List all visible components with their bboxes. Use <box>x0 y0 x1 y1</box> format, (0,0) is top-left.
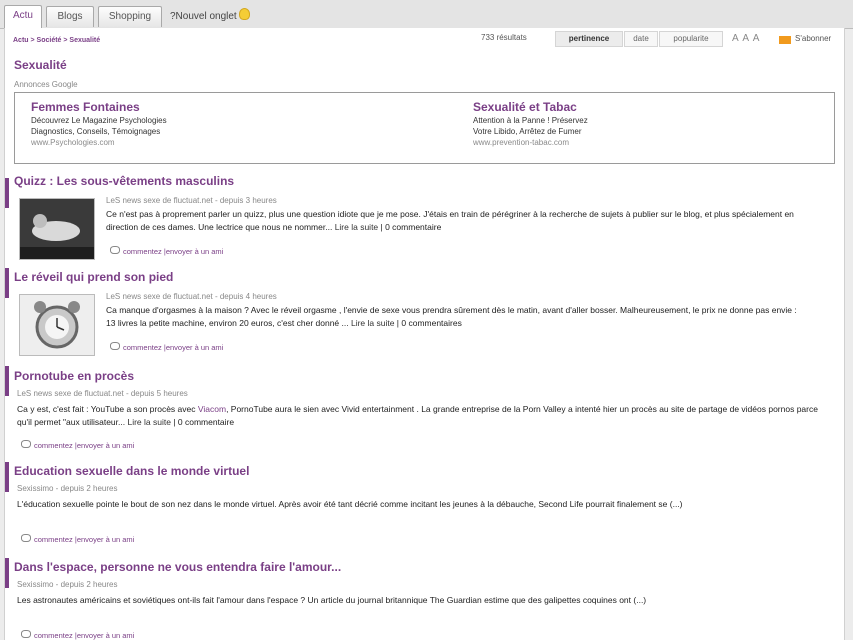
results-count: 733 résultats <box>481 33 527 42</box>
article-actions: commentez |envoyer à un ami <box>110 342 223 352</box>
rss-icon[interactable] <box>779 36 791 44</box>
send-to-friend-link[interactable]: envoyer à un ami <box>77 535 135 544</box>
sort-popularite[interactable]: popularite <box>659 31 723 47</box>
article-excerpt: L'éducation sexuelle pointe le bout de s… <box>17 498 822 511</box>
article-source: LeS news sexe de fluctuat.net - depuis 5… <box>17 389 188 398</box>
article-excerpt: Ca y est, c'est fait : YouTube a son pro… <box>17 404 818 427</box>
tab-shopping[interactable]: Shopping <box>98 6 162 27</box>
category-title: Sexualité <box>14 58 67 72</box>
ad-url[interactable]: www.prevention-tabac.com <box>473 137 588 148</box>
new-tab-link[interactable]: ?Nouvel onglet <box>170 8 250 25</box>
read-more-link[interactable]: Lire la suite <box>127 417 170 427</box>
read-more-link[interactable]: Lire la suite <box>335 222 378 232</box>
lightbulb-icon <box>238 8 250 20</box>
sort-date[interactable]: date <box>624 31 658 47</box>
comment-icon <box>21 534 31 542</box>
article-item: Dans l'espace, personne ne vous entendra… <box>14 560 834 640</box>
breadcrumb[interactable]: Actu > Société > Sexualité <box>13 37 100 44</box>
article-text: Les astronautes américains et soviétique… <box>17 595 647 605</box>
send-to-friend-link[interactable]: envoyer à un ami <box>77 441 135 450</box>
comment-count[interactable]: 0 commentaire <box>385 222 441 232</box>
send-to-friend-link[interactable]: envoyer à un ami <box>166 343 224 352</box>
send-to-friend-link[interactable]: envoyer à un ami <box>166 247 224 256</box>
article-source: LeS news sexe de fluctuat.net - depuis 3… <box>106 196 277 205</box>
comment-icon <box>110 342 120 350</box>
article-excerpt: Ca manque d'orgasmes à la maison ? Avec … <box>106 305 797 328</box>
read-more-link[interactable]: Lire la suite <box>351 318 394 328</box>
article-thumbnail[interactable] <box>19 198 95 260</box>
sort-pertinence[interactable]: pertinence <box>555 31 623 47</box>
text-size-control[interactable]: A A A <box>732 33 760 44</box>
article-title[interactable]: Education sexuelle dans le monde virtuel <box>14 464 834 478</box>
new-tab-label: ?Nouvel onglet <box>170 11 237 22</box>
article-title[interactable]: Le réveil qui prend son pied <box>14 270 834 284</box>
ads-label: Annonces Google <box>14 80 78 89</box>
ad-line: Diagnostics, Conseils, Témoignages <box>31 127 161 136</box>
alarm-clock-image <box>20 295 94 355</box>
article-excerpt: Les astronautes américains et soviétique… <box>17 594 822 607</box>
article-thumbnail[interactable] <box>19 294 95 356</box>
article-actions: commentez |envoyer à un ami <box>21 534 134 544</box>
article-actions: commentez |envoyer à un ami <box>110 246 223 256</box>
accent-strip <box>5 268 9 298</box>
ad-item[interactable]: Sexualité et Tabac Attention à la Panne … <box>473 99 588 148</box>
ad-title[interactable]: Sexualité et Tabac <box>473 99 588 115</box>
comment-icon <box>21 630 31 638</box>
comment-link[interactable]: commentez <box>34 441 73 450</box>
subscribe-link[interactable]: S'abonner <box>795 34 831 43</box>
article-item: Pornotube en procès LeS news sexe de flu… <box>14 369 834 459</box>
content-panel: Actu > Société > Sexualité 733 résultats… <box>4 28 845 640</box>
send-to-friend-link[interactable]: envoyer à un ami <box>77 631 135 640</box>
ad-item[interactable]: Femmes Fontaines Découvrez Le Magazine P… <box>31 99 167 148</box>
accent-strip <box>5 558 9 588</box>
article-item: Education sexuelle dans le monde virtuel… <box>14 464 834 554</box>
comment-link[interactable]: commentez <box>123 343 162 352</box>
ad-line: Votre Libido, Arrêtez de Fumer <box>473 127 582 136</box>
photo-image <box>20 199 94 259</box>
ad-url[interactable]: www.Psychologies.com <box>31 137 167 148</box>
article-actions: commentez |envoyer à un ami <box>21 630 134 640</box>
comment-icon <box>110 246 120 254</box>
comment-icon <box>21 440 31 448</box>
ad-line: Découvrez Le Magazine Psychologies <box>31 116 167 125</box>
article-source: LeS news sexe de fluctuat.net - depuis 4… <box>106 292 277 301</box>
comment-count[interactable]: 0 commentaires <box>401 318 461 328</box>
comment-link[interactable]: commentez <box>34 535 73 544</box>
ads-box: Femmes Fontaines Découvrez Le Magazine P… <box>14 92 835 164</box>
comment-count[interactable]: 0 commentaire <box>178 417 234 427</box>
comment-link[interactable]: commentez <box>123 247 162 256</box>
accent-strip <box>5 178 9 208</box>
article-title[interactable]: Pornotube en procès <box>14 369 834 383</box>
article-item: Quizz : Les sous-vêtements masculins LeS… <box>14 174 834 266</box>
article-title[interactable]: Quizz : Les sous-vêtements masculins <box>14 174 834 188</box>
comment-link[interactable]: commentez <box>34 631 73 640</box>
article-source: Sexissimo - depuis 2 heures <box>17 484 118 493</box>
article-text: Ce n'est pas à proprement parler un quiz… <box>106 209 794 232</box>
article-actions: commentez |envoyer à un ami <box>21 440 134 450</box>
tab-bar: Actu Blogs Shopping ?Nouvel onglet <box>0 0 853 29</box>
article-source: Sexissimo - depuis 2 heures <box>17 580 118 589</box>
article-item: Le réveil qui prend son pied LeS news se… <box>14 270 834 362</box>
tab-actu[interactable]: Actu <box>4 5 42 28</box>
article-title[interactable]: Dans l'espace, personne ne vous entendra… <box>14 560 834 574</box>
ad-title[interactable]: Femmes Fontaines <box>31 99 167 115</box>
article-text: L'éducation sexuelle pointe le bout de s… <box>17 499 683 509</box>
accent-strip <box>5 366 9 396</box>
ad-line: Attention à la Panne ! Préservez <box>473 116 588 125</box>
tab-blogs[interactable]: Blogs <box>46 6 94 27</box>
article-excerpt: Ce n'est pas à proprement parler un quiz… <box>106 209 794 232</box>
accent-strip <box>5 462 9 492</box>
viacom-link[interactable]: Viacom <box>198 404 226 414</box>
article-text: Ca y est, c'est fait : YouTube a son pro… <box>17 404 198 414</box>
